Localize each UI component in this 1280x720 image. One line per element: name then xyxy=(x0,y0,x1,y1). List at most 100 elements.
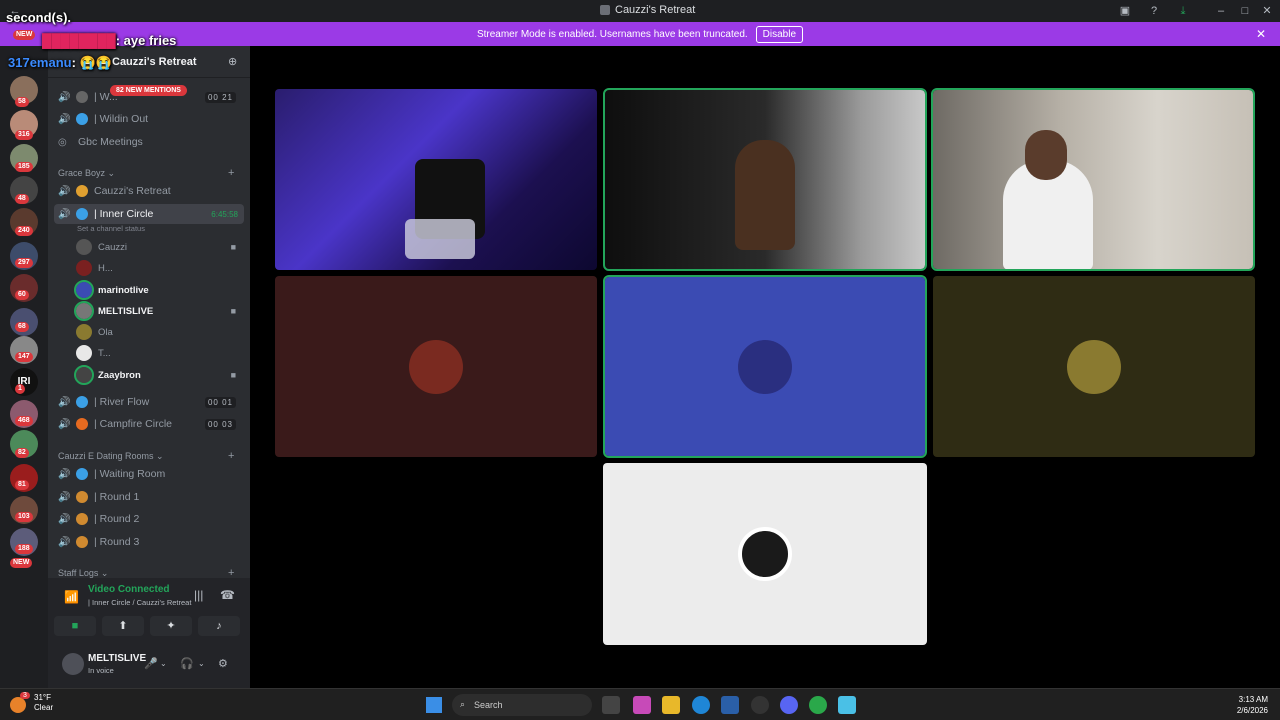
avatar xyxy=(76,239,92,255)
video-tile-camera[interactable] xyxy=(931,88,1255,271)
channel-item-river-flow[interactable]: 🔊 | River Flow 00 01 xyxy=(54,392,244,412)
participant-avatar xyxy=(409,339,463,394)
discord-app-icon xyxy=(600,5,610,15)
speaker-icon: 🔊 xyxy=(58,513,71,525)
maximize-icon[interactable]: □ xyxy=(1238,4,1252,18)
avatar xyxy=(74,365,94,385)
voice-tile[interactable] xyxy=(933,276,1255,457)
streamer-mode-text: Streamer Mode is enabled. Usernames have… xyxy=(476,28,748,40)
minimize-icon[interactable]: – xyxy=(1214,4,1228,18)
channel-emoji-icon xyxy=(76,113,88,125)
voice-member[interactable]: T... xyxy=(76,343,242,363)
screen-share-button[interactable]: ⬆ xyxy=(102,616,144,636)
chevron-down-icon[interactable]: ⌄ xyxy=(198,659,205,668)
category-dating-rooms[interactable]: Cauzzi E Dating Rooms ⌄ + xyxy=(58,450,234,462)
channel-item-round-1[interactable]: 🔊 | Round 1 xyxy=(54,487,244,507)
avatar xyxy=(76,324,92,340)
start-windows-icon[interactable] xyxy=(426,697,442,713)
voice-member[interactable]: Cauzzi ■ xyxy=(76,237,242,257)
video-tile-camera[interactable] xyxy=(603,88,927,271)
discord-icon[interactable] xyxy=(780,696,798,714)
server-badge: 60 xyxy=(15,290,29,300)
camera-icon: ■ xyxy=(230,242,236,252)
user-panel: MELTISLIVE In voice 🎤 ⌄ 🎧 ⌄ ⚙ xyxy=(48,644,250,688)
voice-member[interactable]: marinotlive xyxy=(74,280,242,300)
server-badge: 48 xyxy=(15,194,29,204)
server-badge: 188 xyxy=(15,544,33,554)
download-icon[interactable]: ⤓ xyxy=(1176,4,1190,18)
channel-item-gbc-meetings[interactable]: ◎ Gbc Meetings xyxy=(54,132,244,152)
help-icon[interactable]: ? xyxy=(1147,4,1161,18)
soundboard-button[interactable]: ♪ xyxy=(198,616,240,636)
add-friend-icon[interactable]: ⊕ xyxy=(228,55,237,68)
video-tile-camera[interactable] xyxy=(275,89,597,270)
medal-icon xyxy=(76,536,88,548)
new-mentions-pill[interactable]: 82 NEW MENTIONS xyxy=(110,85,187,96)
connection-signal-icon[interactable]: 📶 xyxy=(64,590,79,604)
voice-channel-path[interactable]: | Inner Circle / Cauzzi's Retreat xyxy=(88,598,191,607)
chrome-icon[interactable] xyxy=(809,696,827,714)
settings-gear-icon[interactable]: ⚙ xyxy=(218,657,228,670)
server-badge: 103 xyxy=(15,512,33,522)
close-banner-icon[interactable]: ✕ xyxy=(1256,27,1266,41)
overlay-line-3: 317emanu: 😭😭 xyxy=(8,55,112,70)
speaker-icon: 🔊 xyxy=(58,418,71,430)
inbox-icon[interactable]: ▣ xyxy=(1118,4,1132,18)
participant-avatar xyxy=(738,527,792,581)
avatar xyxy=(74,301,94,321)
channel-item-round-3[interactable]: 🔊 | Round 3 xyxy=(54,532,244,552)
close-window-icon[interactable]: ✕ xyxy=(1260,4,1274,18)
edge-browser-icon[interactable] xyxy=(692,696,710,714)
category-grace-boyz[interactable]: Grace Boyz ⌄ + xyxy=(58,167,234,179)
stage-icon: ◎ xyxy=(58,136,67,148)
weather-icon[interactable] xyxy=(10,697,26,713)
file-explorer-icon[interactable] xyxy=(662,696,680,714)
user-avatar[interactable] xyxy=(62,653,84,675)
voice-connection-panel: 📶 Video Connected | Inner Circle / Cauzz… xyxy=(48,578,250,644)
microphone-icon[interactable]: 🎤 xyxy=(144,657,158,670)
weather-widget[interactable]: 31°F Clear xyxy=(34,693,53,713)
server-badge: 81 xyxy=(15,480,29,490)
medal-icon xyxy=(76,513,88,525)
voice-member[interactable]: Ola xyxy=(76,322,242,342)
channel-item-cauzzis-retreat[interactable]: 🔊 Cauzzi's Retreat xyxy=(54,181,244,201)
obs-icon[interactable] xyxy=(751,696,769,714)
channel-item-campfire-circle[interactable]: 🔊 | Campfire Circle 00 03 xyxy=(54,414,244,434)
add-channel-icon[interactable]: + xyxy=(228,450,234,462)
server-badge: 240 xyxy=(15,226,33,236)
video-grid xyxy=(250,46,1280,688)
voice-member[interactable]: MELTISLIVE ■ xyxy=(74,301,242,321)
voice-tile[interactable] xyxy=(275,276,597,457)
person-silhouette xyxy=(735,140,795,250)
window-titlebar: ← Cauzzi's Retreat ▣ ? ⤓ – □ ✕ xyxy=(0,0,1280,22)
server-badge: 68 xyxy=(15,322,29,332)
camera-button[interactable]: ■ xyxy=(54,616,96,636)
voice-member[interactable]: Zaaybron ■ xyxy=(74,365,242,385)
headphones-icon[interactable]: 🎧 xyxy=(180,657,194,670)
channel-item-inner-circle[interactable]: 🔊 | Inner Circle 6:45:58 xyxy=(54,204,244,224)
channel-status-hint[interactable]: Set a channel status xyxy=(77,224,145,233)
participant-avatar xyxy=(738,339,792,394)
overlay-line-1: second(s). xyxy=(6,10,72,25)
channel-item-round-2[interactable]: 🔊 | Round 2 xyxy=(54,509,244,529)
voice-tile[interactable] xyxy=(603,463,927,645)
chevron-down-icon[interactable]: ⌄ xyxy=(160,659,167,668)
channel-item-wildin-out[interactable]: 🔊 | Wildin Out xyxy=(54,109,244,129)
voice-member[interactable]: H... xyxy=(76,258,242,278)
disconnect-icon[interactable]: ☎ xyxy=(220,588,235,602)
noise-suppression-icon[interactable]: ||| xyxy=(194,588,203,602)
activities-button[interactable]: ✦ xyxy=(150,616,192,636)
add-channel-icon[interactable]: + xyxy=(228,167,234,179)
app-icon[interactable] xyxy=(838,696,856,714)
call-timer: 6:45:58 xyxy=(211,209,238,219)
participant-avatar xyxy=(1067,339,1121,394)
voice-tile-speaking[interactable] xyxy=(603,275,927,458)
system-clock[interactable]: 3:13 AM 2/6/2026 xyxy=(1237,694,1268,716)
streamer-mode-banner: Streamer Mode is enabled. Usernames have… xyxy=(0,22,1280,46)
channel-item-waiting-room[interactable]: 🔊 | Waiting Room xyxy=(54,464,244,484)
taskbar-search[interactable]: Search xyxy=(452,694,592,716)
disable-streamer-mode-button[interactable]: Disable xyxy=(755,25,804,43)
task-view-icon[interactable] xyxy=(602,696,620,714)
store-icon[interactable] xyxy=(721,696,739,714)
copilot-icon[interactable] xyxy=(633,696,651,714)
